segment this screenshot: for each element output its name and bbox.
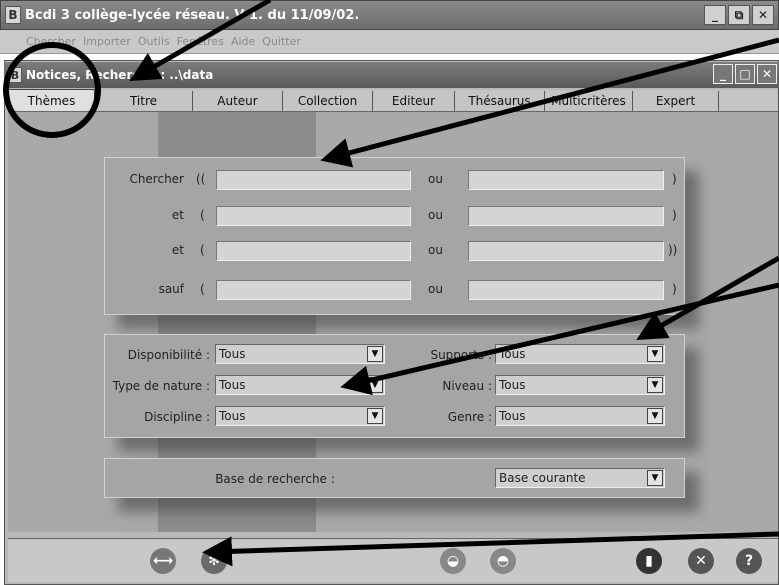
chevron-down-icon[interactable]: ▼ <box>647 377 663 393</box>
niveau-label: Niveau : <box>442 379 492 393</box>
bcdi-app-icon: B <box>5 6 21 24</box>
type-nature-select[interactable]: Tous ▼ <box>215 375 385 395</box>
help-icon[interactable]: ? <box>736 548 762 574</box>
search-row-4-or: ou <box>428 282 443 296</box>
discipline-value: Tous <box>219 409 246 423</box>
search-field-2b[interactable] <box>468 206 664 226</box>
supports-select[interactable]: Tous ▼ <box>495 344 665 364</box>
tab-bar: Thèmes Titre Auteur Collection Editeur T… <box>8 89 778 112</box>
tab-thesaurus[interactable]: Thésaurus <box>455 91 545 111</box>
outer-title-bar: B Bcdi 3 collège-lycée réseau. V 1. du 1… <box>0 0 779 30</box>
search-field-2a[interactable] <box>216 206 411 226</box>
basket-alt-icon[interactable]: ◓ <box>490 548 516 574</box>
search-field-4a[interactable] <box>216 280 411 300</box>
tab-titre[interactable]: Titre <box>95 91 193 111</box>
genre-label: Genre : <box>447 410 492 424</box>
inner-window-controls: _ □ ✕ <box>713 64 777 84</box>
menu-item-fenetres[interactable]: Fenêtres <box>177 35 224 48</box>
chevron-down-icon[interactable]: ▼ <box>647 346 663 362</box>
disponibilite-value: Tous <box>219 347 246 361</box>
menu-item-importer[interactable]: Importer <box>83 35 131 48</box>
menu-item-outils[interactable]: Outils <box>138 35 170 48</box>
gear-icon[interactable]: ✻ <box>201 548 227 574</box>
tab-themes[interactable]: Thèmes <box>8 89 95 111</box>
close-icon[interactable]: ✕ <box>688 548 714 574</box>
search-row-2-close: ) <box>672 208 677 222</box>
discipline-select[interactable]: Tous ▼ <box>215 406 385 426</box>
search-row-1-or: ou <box>428 172 443 186</box>
close-button[interactable]: ✕ <box>752 5 774 25</box>
type-nature-label: Type de nature : <box>112 379 210 393</box>
bcdi-app-icon: B <box>8 67 22 83</box>
chevron-down-icon[interactable]: ▼ <box>367 408 383 424</box>
inner-minimize-button[interactable]: _ <box>713 64 733 84</box>
genre-select[interactable]: Tous ▼ <box>495 406 665 426</box>
tab-editeur[interactable]: Editeur <box>373 91 455 111</box>
inner-close-button[interactable]: ✕ <box>757 64 777 84</box>
disponibilite-label: Disponibilité : <box>127 348 210 362</box>
chevron-down-icon[interactable]: ▼ <box>647 408 663 424</box>
search-row-1-close: ) <box>672 172 677 186</box>
search-field-3b[interactable] <box>468 241 664 261</box>
search-row-4-close: ) <box>672 282 677 296</box>
search-row-3-or: ou <box>428 243 443 257</box>
search-row-4-open: ( <box>200 282 205 296</box>
tab-multicriteres[interactable]: Multicritères <box>545 91 633 111</box>
minimize-button[interactable]: _ <box>704 5 726 25</box>
basket-icon[interactable]: ◒ <box>440 548 466 574</box>
search-row-2-or: ou <box>428 208 443 222</box>
search-row-2-label: et <box>171 208 184 222</box>
restore-button[interactable]: ⧉ <box>728 5 750 25</box>
search-row-1-open: (( <box>196 172 206 186</box>
tab-auteur[interactable]: Auteur <box>193 91 283 111</box>
outer-window-title: Bcdi 3 collège-lycée réseau. V 1. du 11/… <box>25 7 360 23</box>
search-row-3-open: ( <box>200 243 205 257</box>
chevron-down-icon[interactable]: ▼ <box>647 470 663 486</box>
inner-maximize-button[interactable]: □ <box>735 64 755 84</box>
supports-label: Supports : <box>430 348 492 362</box>
supports-value: Tous <box>499 347 526 361</box>
search-row-4-label: sauf <box>158 282 184 296</box>
genre-value: Tous <box>499 409 526 423</box>
search-row-2-open: ( <box>200 208 205 222</box>
search-field-3a[interactable] <box>216 241 411 261</box>
tab-collection[interactable]: Collection <box>283 91 373 111</box>
chevron-down-icon[interactable]: ▼ <box>367 346 383 362</box>
menu-item-aide[interactable]: Aide <box>231 35 255 48</box>
bottom-toolbar: ⟷ ✻ ◒ ◓ ▮ ✕ ? <box>8 538 778 582</box>
base-select[interactable]: Base courante ▼ <box>495 468 665 488</box>
menu-item-quitter[interactable]: Quitter <box>262 35 301 48</box>
type-nature-value: Tous <box>219 378 246 392</box>
inner-window-title: Notices, Recherche : ..\data <box>26 68 214 82</box>
tab-expert[interactable]: Expert <box>633 91 719 111</box>
menu-item-chercher[interactable]: Chercher <box>26 35 76 48</box>
search-field-1a[interactable] <box>216 170 411 190</box>
menu-bar: Chercher Importer Outils Fenêtres Aide Q… <box>0 30 779 54</box>
chevron-down-icon[interactable]: ▼ <box>367 377 383 393</box>
search-row-3-close: )) <box>668 243 678 257</box>
outer-window-controls: _ ⧉ ✕ <box>704 5 774 25</box>
search-row-1-label: Chercher <box>129 172 184 186</box>
disponibilite-select[interactable]: Tous ▼ <box>215 344 385 364</box>
search-field-1b[interactable] <box>468 170 664 190</box>
book-icon[interactable]: ▮ <box>636 548 662 574</box>
niveau-select[interactable]: Tous ▼ <box>495 375 665 395</box>
search-row-3-label: et <box>171 243 184 257</box>
base-value: Base courante <box>499 471 586 485</box>
base-label: Base de recherche : <box>215 472 335 486</box>
niveau-value: Tous <box>499 378 526 392</box>
search-field-4b[interactable] <box>468 280 664 300</box>
discipline-label: Discipline : <box>144 410 210 424</box>
link-icon[interactable]: ⟷ <box>150 548 176 574</box>
inner-title-bar: B Notices, Recherche : ..\data _ □ ✕ <box>4 62 779 88</box>
